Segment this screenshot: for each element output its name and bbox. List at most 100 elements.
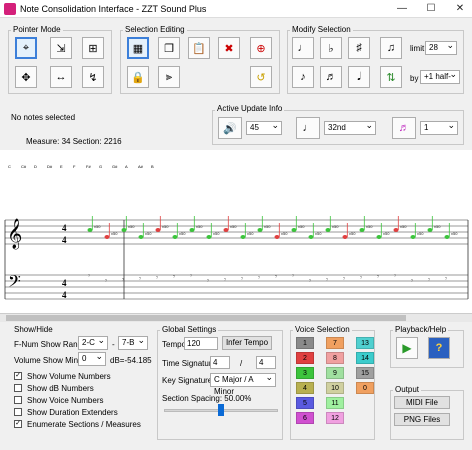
modify-selection-label: Modify Selection [290,25,353,34]
shift-right-icon[interactable]: ♬ [320,66,342,88]
time-signature-label: Time Signature [162,359,216,368]
volume-mark: v50 [94,224,101,229]
rest-mark: 𝄾 [326,276,328,284]
by-dropdown[interactable]: +1 half- [420,68,460,84]
volume-dropdown[interactable]: 45 [246,119,282,135]
pitch-letter: D [34,164,37,169]
transpose-icon[interactable]: ⇅ [380,66,402,88]
tempo-label: Tempo [162,340,187,349]
select-all-icon[interactable]: ▦ [127,37,149,59]
pitch-letter: F# [86,164,91,169]
time-sig-top-input[interactable]: 4 [210,356,230,369]
limit-dropdown[interactable]: 28 [425,39,457,55]
split-icon[interactable]: ⫸ [158,66,180,88]
duration-icon[interactable]: ♩ [296,117,320,139]
png-files-button[interactable]: PNG Files [394,413,450,426]
sharp-icon[interactable]: ♯ [348,37,370,59]
global-settings-label: Global Settings [160,325,219,334]
insert-icon[interactable]: ⊕ [250,37,272,59]
voice-icon[interactable]: ♬ [392,117,416,139]
voice-button[interactable]: 12 [326,412,344,424]
pitch-letter: G# [112,164,118,169]
voice-button[interactable]: 3 [296,367,314,379]
pointer-add-icon[interactable]: ⇲ [50,37,72,59]
checkbox-4[interactable]: ✓ [14,420,22,428]
note-head [342,235,348,239]
close-button[interactable]: ✕ [453,2,467,16]
infer-tempo-button[interactable]: Infer Tempo [222,336,272,350]
note-head [104,235,110,239]
minimize-button[interactable]: — [395,2,409,16]
time-sig-bottom: 4 [62,235,67,245]
scrollbar-thumb[interactable] [6,315,406,321]
key-signature-label: Key Signature [162,376,213,385]
voice-button[interactable]: 1 [296,337,314,349]
voice-button[interactable]: 5 [296,397,314,409]
checkbox-1[interactable] [14,384,22,392]
horizontal-scrollbar[interactable] [0,313,472,322]
volume-mark: v50 [366,224,373,229]
volume-min-dropdown[interactable]: 0 [78,350,106,366]
pointer-curve-icon[interactable]: ↯ [82,66,104,88]
time-sig-bottom-input[interactable]: 4 [256,356,276,369]
tempo-input[interactable]: 120 [184,337,218,350]
voice-button[interactable]: 13 [356,337,374,349]
chord-icon[interactable]: ♫ [380,37,402,59]
pointer-move-icon[interactable]: ✥ [15,66,37,88]
section-spacing-label: Section Spacing: 50.00% [162,394,252,403]
score-drawing: C C# D D# E F F# G G# A A# B 𝄞 𝄢 4 4 4 4 v50 v50 v50 v50 v50 v5… [4,164,469,300]
pointer-box-icon[interactable]: ⊞ [82,37,104,59]
undo-icon[interactable]: ↺ [250,66,272,88]
fnum-range-label: F-Num Show Range [14,340,87,349]
play-icon[interactable]: ▶ [396,337,418,359]
key-signature-dropdown[interactable]: C Major / A Minor [210,371,276,396]
checkbox-label-2: Show Voice Numbers [27,396,104,405]
lock-icon[interactable]: 🔒 [127,66,149,88]
volume-icon[interactable]: 🔊 [218,117,242,139]
playback-help-label: Playback/Help [393,325,449,334]
paste-icon[interactable]: 📋 [188,37,210,59]
duration-dropdown[interactable]: 32nd [324,119,376,135]
merge-icon[interactable]: ♩ [292,37,314,59]
fnum-from-dropdown[interactable]: 2-C [78,334,108,350]
fnum-to-dropdown[interactable]: 7-B [118,334,148,350]
checkbox-0[interactable]: ✓ [14,372,22,380]
score-canvas[interactable]: C C# D D# E F F# G G# A A# B 𝄞 𝄢 4 4 4 4 v50 v50 v50 v50 v50 v5… [0,150,472,313]
note-head [291,228,297,232]
note-head [393,228,399,232]
pitch-letter: A# [138,164,144,169]
voice-button[interactable]: 10 [326,382,344,394]
spacing-slider-thumb[interactable] [218,404,224,416]
delete-icon[interactable]: ✖ [218,37,240,59]
checkbox-2[interactable] [14,396,22,404]
voice-dropdown[interactable]: 1 [420,119,458,135]
pointer-select-icon[interactable]: ⌖ [15,37,37,59]
voice-button[interactable]: 15 [356,367,374,379]
voice-button[interactable]: 6 [296,412,314,424]
treble-clef: 𝄞 [7,218,22,250]
shift-left-icon[interactable]: ♪ [292,66,314,88]
volume-mark: v50 [451,231,458,236]
checkbox-3[interactable] [14,408,22,416]
maximize-button[interactable]: ☐ [424,2,438,16]
rest-mark: 𝄾 [411,277,413,285]
pointer-mode-label: Pointer Mode [11,25,63,34]
midi-file-button[interactable]: MIDI File [394,396,450,409]
quantize-icon[interactable]: 𝅘𝅥 [348,66,370,88]
voice-button[interactable]: 14 [356,352,374,364]
copy-icon[interactable]: ❐ [158,37,180,59]
help-icon[interactable]: ? [428,337,450,359]
voice-button[interactable]: 11 [326,397,344,409]
voice-button[interactable]: 8 [326,352,344,364]
flat-icon[interactable]: ♭ [320,37,342,59]
voice-button[interactable]: 4 [296,382,314,394]
rest-mark: 𝄾 [88,272,90,280]
pointer-stretch-icon[interactable]: ↔ [50,66,72,88]
voice-button[interactable]: 7 [326,337,344,349]
voice-button[interactable]: 0 [356,382,374,394]
voice-button[interactable]: 9 [326,367,344,379]
voice-button[interactable]: 2 [296,352,314,364]
by-label: by [410,74,419,83]
note-head [240,235,246,239]
checkbox-label-0: Show Volume Numbers [27,372,111,381]
